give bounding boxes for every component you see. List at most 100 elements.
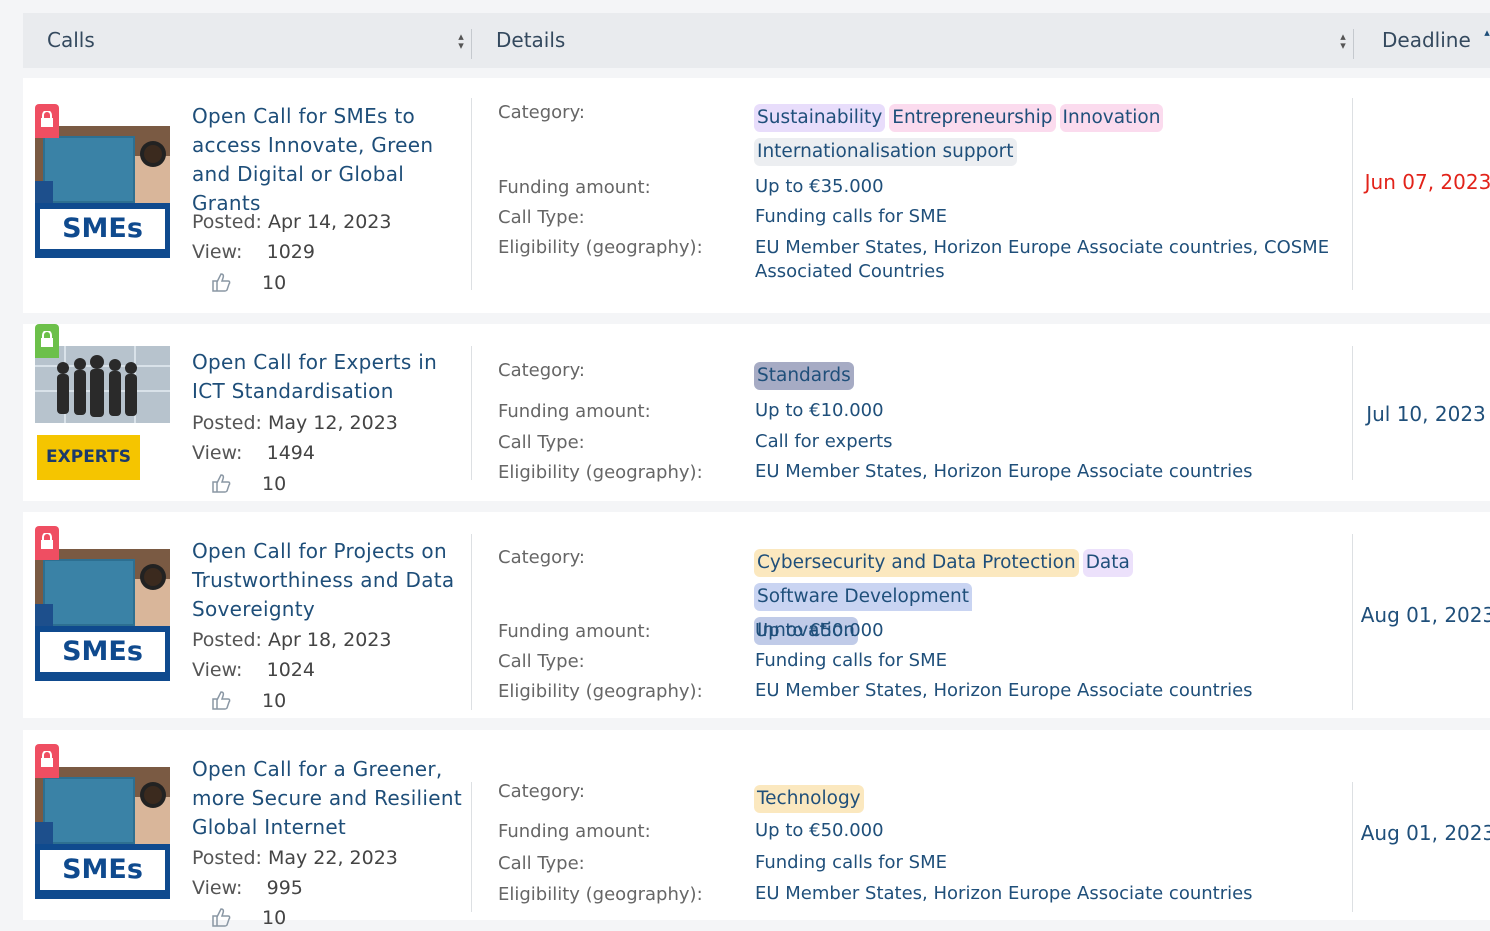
call-title-link[interactable]: Open Call for Projects on Trustworthines… <box>192 537 467 624</box>
view-count: View: 1024 <box>192 659 315 681</box>
tag-innovation[interactable]: Innovation <box>1059 104 1164 132</box>
column-divider <box>1352 98 1353 290</box>
lock-red-icon <box>35 104 59 138</box>
column-divider <box>1352 534 1353 710</box>
header-calls[interactable]: Calls <box>47 13 95 68</box>
category-tags: Technology <box>754 782 1354 816</box>
thumbs-up-icon[interactable] <box>211 473 233 497</box>
eligibility-label: Eligibility (geography): <box>498 462 703 483</box>
tag-internationalisation[interactable]: Internationalisation support <box>754 138 1017 166</box>
view-count: View: 1494 <box>192 442 315 464</box>
posted-label: Posted: <box>192 412 262 434</box>
tag-data[interactable]: Data <box>1082 549 1133 577</box>
eligibility-value: EU Member States, Horizon Europe Associa… <box>755 237 1330 282</box>
like-count: 10 <box>262 690 287 712</box>
header-deadline[interactable]: Deadline <box>1382 13 1471 68</box>
thumbs-up-icon[interactable] <box>211 907 233 931</box>
funding-value: Up to €35.000 <box>755 176 884 197</box>
posted-date: Posted: May 12, 2023 <box>192 412 398 434</box>
thumbnail-label: SMEs <box>62 213 143 244</box>
category-tags: Standards <box>754 359 1354 393</box>
thumbs-up-icon[interactable] <box>211 690 233 714</box>
thumbnail-banner: EXPERTS <box>37 435 140 480</box>
funding-value: Up to €50.000 <box>755 820 884 841</box>
posted-date: Posted: May 22, 2023 <box>192 847 398 869</box>
posted-label: Posted: <box>192 629 262 651</box>
posted-value: Apr 18, 2023 <box>267 629 392 651</box>
category-label: Category: <box>498 360 585 381</box>
thumbnail-label: SMEs <box>62 854 143 885</box>
posted-value: Apr 14, 2023 <box>267 211 392 233</box>
column-divider <box>1352 782 1353 912</box>
thumbnail-label: EXPERTS <box>46 447 131 467</box>
deadline-date: Aug 01, 2023 <box>1360 603 1490 627</box>
funding-label: Funding amount: <box>498 401 651 422</box>
tag-entrepreneurship[interactable]: Entrepreneurship <box>889 104 1056 132</box>
view-value: 995 <box>266 877 303 899</box>
funding-value: Up to €50.000 <box>755 620 884 641</box>
lock-green-icon <box>35 324 59 358</box>
view-value: 1494 <box>266 442 315 464</box>
view-label: View: <box>192 442 243 464</box>
thumbs-up-icon[interactable] <box>211 272 233 296</box>
view-count: View: 1029 <box>192 241 315 263</box>
call-title-link[interactable]: Open Call for SMEs to access Innovate, G… <box>192 102 457 218</box>
eligibility-value: EU Member States, Horizon Europe Associa… <box>755 883 1253 904</box>
column-divider <box>1352 346 1353 480</box>
sort-deadline-asc-icon[interactable]: ▴ <box>1482 27 1490 46</box>
call-type-value: Funding calls for SME <box>755 206 947 227</box>
call-type-label: Call Type: <box>498 432 585 453</box>
view-label: View: <box>192 241 243 263</box>
category-label: Category: <box>498 547 585 568</box>
thumbnail-photo <box>35 767 170 844</box>
table-row: SMEs Open Call for a Greener, more Secur… <box>23 730 1490 929</box>
call-type-value: Funding calls for SME <box>755 650 947 671</box>
sort-calls-icon[interactable]: ▴ ▾ <box>456 31 466 51</box>
posted-date: Posted: Apr 18, 2023 <box>192 629 391 651</box>
eligibility-value: EU Member States, Horizon Europe Associa… <box>755 680 1253 701</box>
view-label: View: <box>192 877 243 899</box>
call-type-label: Call Type: <box>498 207 585 228</box>
eligibility-label: Eligibility (geography): <box>498 884 703 905</box>
like-count: 10 <box>262 272 287 294</box>
book-photo-icon <box>35 549 170 626</box>
call-thumbnail[interactable]: SMEs <box>35 767 170 902</box>
funding-value: Up to €10.000 <box>755 400 884 421</box>
header-details[interactable]: Details <box>496 13 565 68</box>
table-row: SMEs Open Call for SMEs to access Innova… <box>23 78 1490 313</box>
column-divider <box>471 98 472 290</box>
sort-details-icon[interactable]: ▴ ▾ <box>1338 31 1348 51</box>
funding-label: Funding amount: <box>498 621 651 642</box>
table-row: EXPERTS Open Call for Experts in ICT Sta… <box>23 324 1490 501</box>
column-divider <box>471 346 472 480</box>
eligibility-label: Eligibility (geography): <box>498 237 703 258</box>
tag-technology[interactable]: Technology <box>754 785 864 813</box>
call-title-link[interactable]: Open Call for a Greener, more Secure and… <box>192 755 467 842</box>
funding-label: Funding amount: <box>498 177 651 198</box>
tag-cybersecurity[interactable]: Cybersecurity and Data Protection <box>754 549 1079 577</box>
category-tags: Sustainability Entrepreneurship Innovation… <box>754 101 1354 169</box>
view-label: View: <box>192 659 243 681</box>
thumbnail-photo <box>35 549 170 626</box>
thumbnail-banner: SMEs <box>35 626 170 681</box>
like-count: 10 <box>262 907 287 929</box>
eligibility-label: Eligibility (geography): <box>498 681 703 702</box>
tag-software-development[interactable]: Software Development <box>754 583 972 611</box>
category-label: Category: <box>498 102 585 123</box>
view-value: 1024 <box>266 659 315 681</box>
call-thumbnail[interactable]: SMEs <box>35 549 170 684</box>
call-title-link[interactable]: Open Call for Experts in ICT Standardisa… <box>192 348 457 406</box>
call-type-label: Call Type: <box>498 853 585 874</box>
table-header: Calls ▴ ▾ Details ▴ ▾ Deadline ▴ <box>23 13 1490 68</box>
view-count: View: 995 <box>192 877 303 899</box>
call-type-label: Call Type: <box>498 651 585 672</box>
table-row: SMEs Open Call for Projects on Trustwort… <box>23 512 1490 718</box>
thumbnail-banner: SMEs <box>35 844 170 899</box>
tag-standards[interactable]: Standards <box>754 362 854 390</box>
call-thumbnail[interactable]: EXPERTS <box>35 346 170 480</box>
thumbnail-label: SMEs <box>62 636 143 667</box>
tag-sustainability[interactable]: Sustainability <box>754 104 886 132</box>
call-thumbnail[interactable]: SMEs <box>35 126 170 261</box>
posted-value: May 12, 2023 <box>267 412 398 434</box>
funding-label: Funding amount: <box>498 821 651 842</box>
